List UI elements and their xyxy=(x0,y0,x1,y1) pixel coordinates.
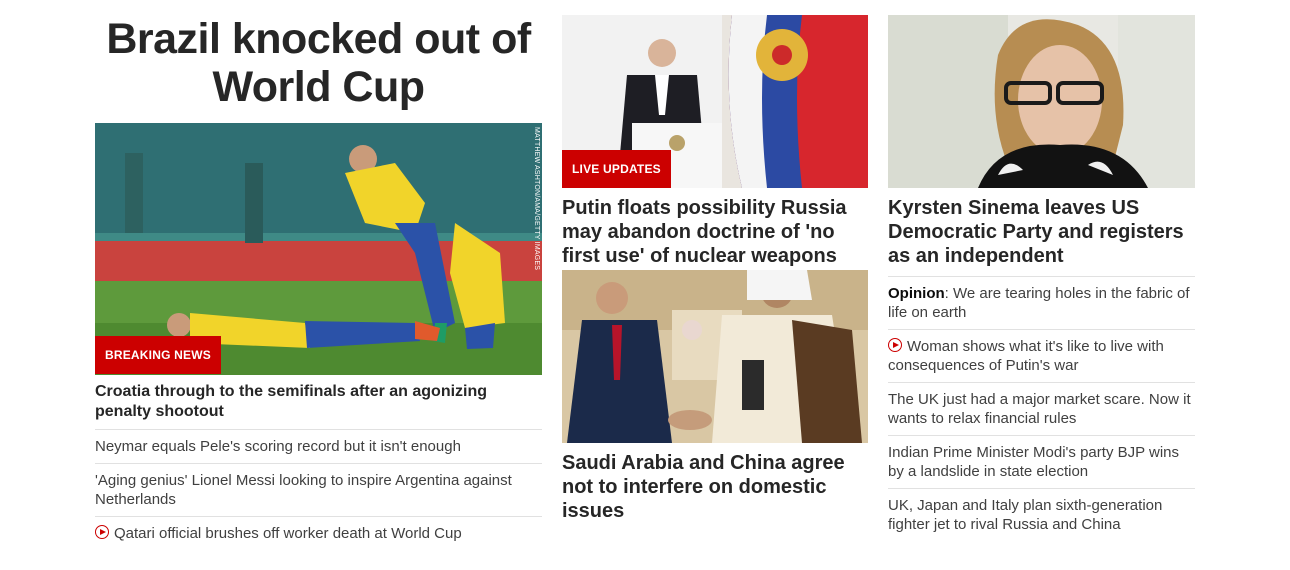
related-link-3[interactable]: Qatari official brushes off worker death… xyxy=(95,517,542,550)
related-link-2[interactable]: 'Aging genius' Lionel Messi looking to i… xyxy=(95,464,542,517)
putin-photo[interactable]: LIVE UPDATES xyxy=(562,15,868,188)
main-story: Brazil knocked out of World Cup MATTHEW … xyxy=(95,0,542,550)
modi-link-text: Indian Prime Minister Modi's party BJP w… xyxy=(888,444,1180,480)
sinema-photo-illustration xyxy=(888,15,1195,188)
lead-story-link[interactable]: Croatia through to the semifinals after … xyxy=(95,375,542,430)
saudi-china-headline[interactable]: Saudi Arabia and China agree not to inte… xyxy=(562,443,868,523)
video-play-icon xyxy=(95,525,109,539)
related-link-1-text: Neymar equals Pele's scoring record but … xyxy=(95,438,461,455)
modi-link[interactable]: Indian Prime Minister Modi's party BJP w… xyxy=(888,436,1195,489)
fighter-jet-link[interactable]: UK, Japan and Italy plan sixth-generatio… xyxy=(888,489,1195,541)
opinion-link[interactable]: Opinion: We are tearing holes in the fab… xyxy=(888,277,1195,330)
saudi-china-photo[interactable] xyxy=(562,270,868,443)
live-updates-badge: LIVE UPDATES xyxy=(562,150,671,188)
sinema-photo[interactable] xyxy=(888,15,1195,188)
image-credit: MATTHEW ASHTON/AMA/GETTY IMAGES xyxy=(533,127,540,271)
sinema-headline[interactable]: Kyrsten Sinema leaves US Democratic Part… xyxy=(888,188,1195,277)
related-links: Neymar equals Pele's scoring record but … xyxy=(95,430,542,550)
brazil-photo[interactable]: MATTHEW ASHTON/AMA/GETTY IMAGES BREAKING… xyxy=(95,123,542,375)
right-column: Kyrsten Sinema leaves US Democratic Part… xyxy=(888,0,1195,541)
middle-column: LIVE UPDATES Putin floats possibility Ru… xyxy=(562,0,868,523)
related-link-2-text: 'Aging genius' Lionel Messi looking to i… xyxy=(95,472,512,508)
woman-video-link[interactable]: Woman shows what it's like to live with … xyxy=(888,330,1195,383)
main-headline[interactable]: Brazil knocked out of World Cup xyxy=(95,15,542,111)
woman-video-link-text: Woman shows what it's like to live with … xyxy=(888,338,1164,374)
video-play-icon xyxy=(888,338,902,352)
related-link-1[interactable]: Neymar equals Pele's scoring record but … xyxy=(95,430,542,464)
right-links: Opinion: We are tearing holes in the fab… xyxy=(888,277,1195,541)
uk-market-link[interactable]: The UK just had a major market scare. No… xyxy=(888,383,1195,436)
opinion-label: Opinion xyxy=(888,285,945,302)
saudi-photo-illustration xyxy=(562,270,868,443)
related-link-3-text: Qatari official brushes off worker death… xyxy=(114,525,462,542)
breaking-news-badge: BREAKING NEWS xyxy=(95,336,221,374)
uk-market-link-text: The UK just had a major market scare. No… xyxy=(888,391,1191,427)
fighter-jet-link-text: UK, Japan and Italy plan sixth-generatio… xyxy=(888,497,1163,533)
putin-headline[interactable]: Putin floats possibility Russia may aban… xyxy=(562,188,868,267)
